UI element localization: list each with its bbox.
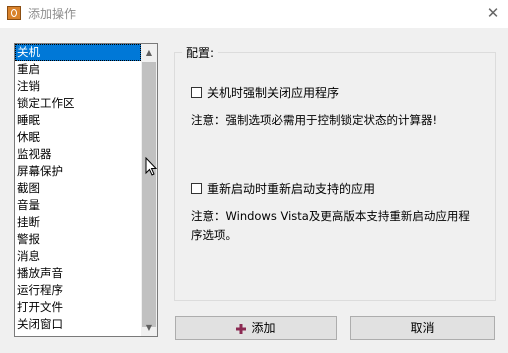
restart-apps-label[interactable]: 重新启动时重新启动支持的应用 (207, 180, 375, 197)
list-item[interactable]: 锁定工作区 (15, 95, 141, 112)
list-item[interactable]: 重启 (15, 61, 141, 78)
list-item[interactable]: 监视器 (15, 146, 141, 163)
list-item[interactable]: 警报 (15, 231, 141, 248)
list-scrollbar[interactable]: ▲ ▼ (141, 44, 157, 336)
list-item[interactable]: 运行程序 (15, 282, 141, 299)
config-legend: 配置: (182, 44, 219, 61)
add-button-label: 添加 (251, 321, 276, 335)
list-item[interactable]: 截图 (15, 180, 141, 197)
list-item[interactable]: 消息 (15, 248, 141, 265)
add-button[interactable]: 添加 (175, 316, 337, 340)
list-item[interactable]: 挂断 (15, 214, 141, 231)
cancel-button[interactable]: 取消 (350, 316, 495, 340)
force-close-option[interactable]: 关机时强制关闭应用程序 (191, 84, 339, 101)
force-close-checkbox[interactable] (191, 87, 202, 98)
list-item[interactable]: 打开文件 (15, 299, 141, 316)
plus-icon (236, 323, 247, 334)
mouse-cursor-icon (145, 157, 158, 176)
force-close-note: 注意：强制选项必需用于控制锁定状态的计算器! (191, 113, 438, 127)
scroll-thumb[interactable] (142, 62, 156, 327)
list-item[interactable]: 关闭窗口 (15, 316, 141, 333)
scroll-down-arrow-icon[interactable]: ▼ (141, 319, 157, 336)
cancel-button-label: 取消 (410, 321, 435, 335)
title-bar: 添加操作 ✕ (0, 0, 508, 28)
close-button[interactable]: ✕ (478, 0, 508, 28)
list-item[interactable]: 关机 (15, 44, 141, 61)
list-item[interactable]: 休眠 (15, 129, 141, 146)
app-icon (7, 6, 21, 20)
scroll-up-arrow-icon[interactable]: ▲ (141, 44, 157, 61)
list-item[interactable]: 音量 (15, 197, 141, 214)
list-item[interactable]: 注销 (15, 78, 141, 95)
force-close-label[interactable]: 关机时强制关闭应用程序 (207, 84, 339, 101)
restart-apps-option[interactable]: 重新启动时重新启动支持的应用 (191, 180, 375, 197)
restart-apps-checkbox[interactable] (191, 183, 202, 194)
list-item[interactable]: 屏幕保护 (15, 163, 141, 180)
list-item[interactable]: 睡眠 (15, 112, 141, 129)
window-title: 添加操作 (28, 7, 77, 21)
action-listbox[interactable]: 关机 重启 注销 锁定工作区 睡眠 休眠 监视器 屏幕保护 截图 音量 挂断 警报 消息 播放声音 运行程序… (14, 43, 158, 337)
list-item[interactable]: 播放声音 (15, 265, 141, 282)
action-list-items: 关机 重启 注销 锁定工作区 睡眠 休眠 监视器 屏幕保护 截图 音量 挂断 警报 消息 播放声音 运行程序… (15, 44, 141, 333)
restart-apps-note: 注意：Windows Vista及更高版本支持重新启动应用程序选项。 (191, 209, 470, 242)
